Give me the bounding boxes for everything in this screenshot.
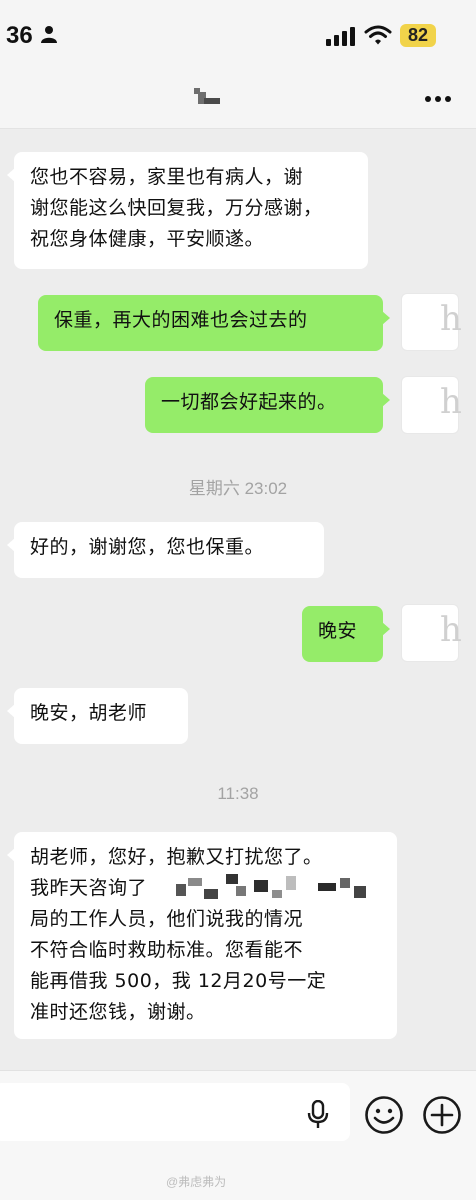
message-bubble-outgoing[interactable]: 一切都会好起来的。 [145, 377, 390, 433]
timestamp: 星期六 23:02 [188, 479, 288, 498]
chat-screen: 36 82 您也不容易，家里也有病人，谢 谢您能这么快回复我，万分感谢， 祝您身… [0, 0, 476, 1200]
avatar-glyph: h [440, 299, 462, 339]
message-input[interactable] [0, 1083, 350, 1141]
status-time: 36 [6, 22, 33, 49]
message-bubble-incoming[interactable]: 好的，谢谢您，您也保重。 [7, 522, 324, 578]
more-icon[interactable] [424, 95, 452, 103]
my-avatar[interactable]: h [401, 604, 462, 662]
add-icon[interactable] [422, 1095, 462, 1135]
chat-header [0, 70, 476, 129]
message-bubble-incoming[interactable]: 胡老师，您好，抱歉又打扰您了。 我昨天咨询了 局的工作人员，他们说我的情况 不符… [7, 832, 397, 1039]
input-bar [0, 1070, 476, 1200]
signal-icon [326, 27, 355, 46]
message-bubble-incoming[interactable]: 晚安，胡老师 [7, 688, 188, 744]
voice-icon[interactable] [307, 1100, 329, 1130]
message-bubble-outgoing[interactable]: 晚安 [302, 606, 390, 662]
avatar-glyph: h [440, 610, 462, 650]
timestamp: 11:38 [217, 784, 259, 803]
watermark: @弗虑弗为 [166, 1175, 227, 1189]
status-bar: 36 82 [0, 0, 476, 70]
my-avatar[interactable]: h [401, 376, 462, 434]
avatar-glyph: h [440, 382, 462, 422]
message-bubble-outgoing[interactable]: 保重，再大的困难也会过去的 [38, 295, 390, 351]
emoji-icon[interactable] [364, 1095, 404, 1135]
contact-name[interactable] [194, 88, 220, 106]
my-avatar[interactable]: h [401, 293, 462, 351]
wifi-icon [364, 25, 392, 45]
message-bubble-incoming[interactable]: 您也不容易，家里也有病人，谢 谢您能这么快回复我，万分感谢， 祝您身体健康，平安… [7, 152, 368, 269]
battery-level: 82 [400, 24, 436, 47]
person-icon [41, 26, 57, 43]
